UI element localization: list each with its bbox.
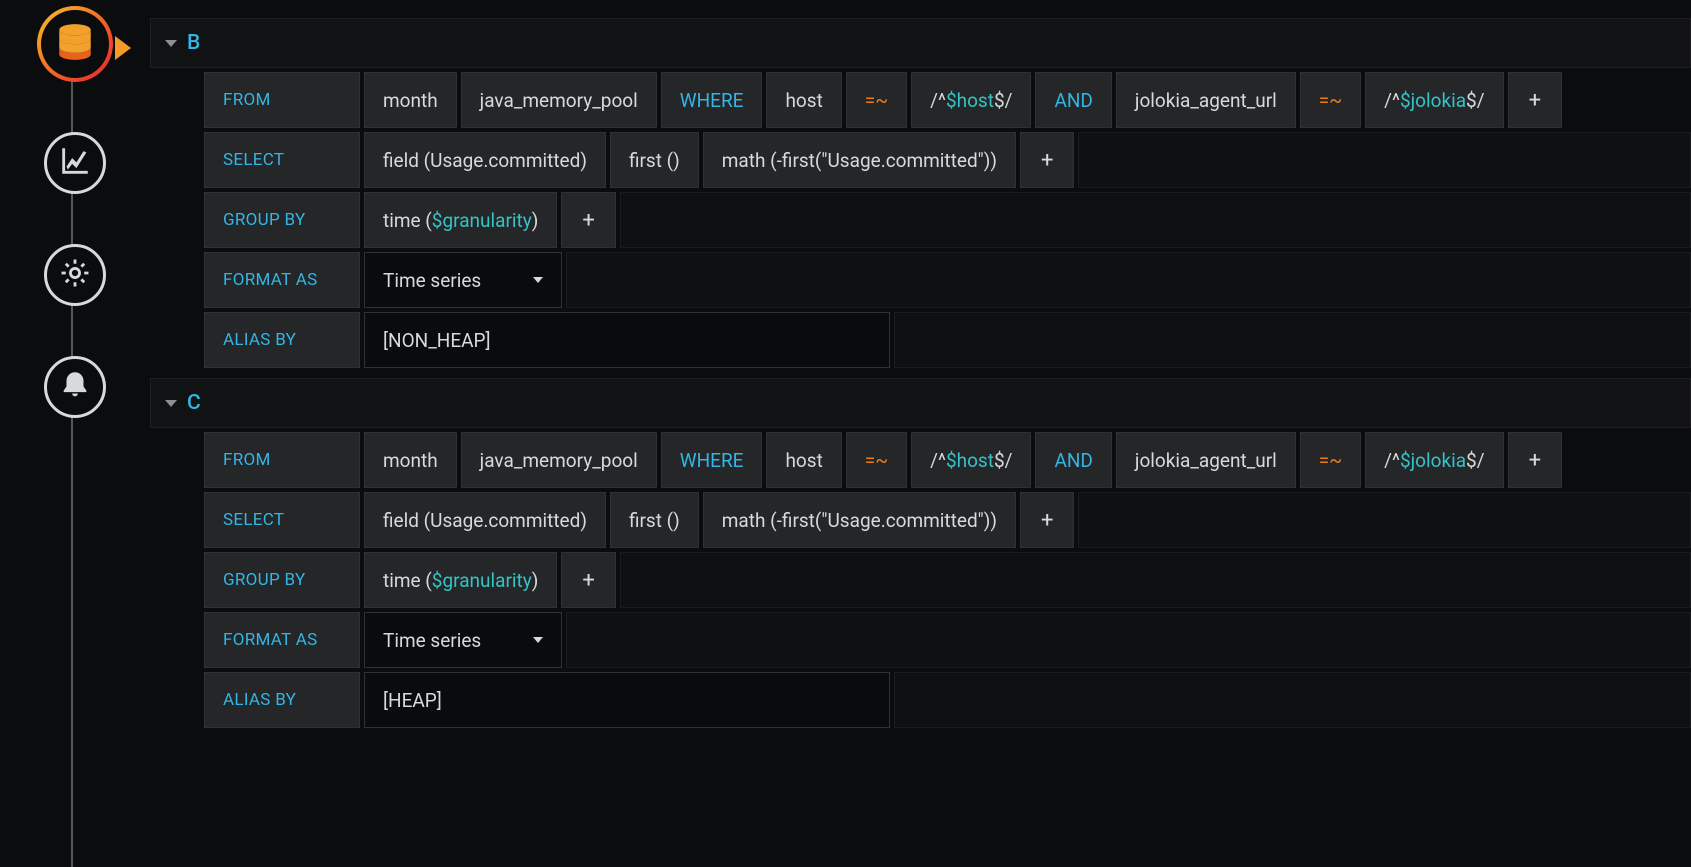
- where-join-1[interactable]: AND: [1035, 72, 1111, 128]
- where-keyword: WHERE: [661, 72, 763, 128]
- from-measurement[interactable]: java_memory_pool: [461, 72, 657, 128]
- chevron-down-icon: [165, 400, 177, 407]
- where-field-1[interactable]: jolokia_agent_url: [1116, 72, 1296, 128]
- editor-side-nav: [0, 0, 150, 867]
- row-filler: [1078, 492, 1691, 548]
- query-header-c[interactable]: C: [150, 378, 1691, 428]
- from-measurement[interactable]: java_memory_pool: [461, 432, 657, 488]
- alias-row: ALIAS BY [NON_HEAP]: [204, 312, 1691, 368]
- format-select[interactable]: Time series: [364, 612, 562, 668]
- from-policy[interactable]: month: [364, 72, 457, 128]
- where-field-0[interactable]: host: [766, 432, 841, 488]
- groupby-add-button[interactable]: +: [561, 192, 615, 248]
- query-header-b[interactable]: B: [150, 18, 1691, 68]
- row-filler: [894, 672, 1691, 728]
- groupby-add-button[interactable]: +: [561, 552, 615, 608]
- select-label: SELECT: [204, 492, 360, 548]
- select-part-2[interactable]: math (-first("Usage.committed")): [703, 132, 1016, 188]
- chevron-down-icon: [533, 637, 543, 643]
- query-letter: C: [187, 391, 201, 415]
- chevron-down-icon: [533, 277, 543, 283]
- where-keyword: WHERE: [661, 432, 763, 488]
- alias-input[interactable]: [NON_HEAP]: [364, 312, 890, 368]
- select-part-0[interactable]: field (Usage.committed): [364, 132, 606, 188]
- from-policy[interactable]: month: [364, 432, 457, 488]
- groupby-row: GROUP BY time ($granularity) +: [204, 192, 1691, 248]
- where-op-1[interactable]: =~: [1300, 72, 1361, 128]
- groupby-time[interactable]: time ($granularity): [364, 192, 557, 248]
- where-add-button[interactable]: +: [1508, 432, 1562, 488]
- format-value: Time series: [383, 629, 481, 652]
- where-op-0[interactable]: =~: [846, 432, 907, 488]
- row-filler: [566, 252, 1691, 308]
- select-row: SELECT field (Usage.committed) first () …: [204, 132, 1691, 188]
- format-label: FORMAT AS: [204, 612, 360, 668]
- row-filler: [1078, 132, 1691, 188]
- nav-alerts[interactable]: [44, 356, 106, 418]
- format-select[interactable]: Time series: [364, 252, 562, 308]
- alias-label: ALIAS BY: [204, 672, 360, 728]
- where-value-1[interactable]: /^$jolokia$/: [1365, 72, 1503, 128]
- database-icon: [54, 21, 96, 68]
- nav-datasource[interactable]: [37, 6, 113, 82]
- select-add-button[interactable]: +: [1020, 492, 1074, 548]
- format-row: FORMAT AS Time series: [204, 612, 1691, 668]
- query-block-b: B FROM month java_memory_pool WHERE host…: [150, 18, 1691, 368]
- query-editor: B FROM month java_memory_pool WHERE host…: [150, 0, 1691, 867]
- nav-settings[interactable]: [44, 244, 106, 306]
- graph-icon: [58, 144, 92, 183]
- alias-row: ALIAS BY [HEAP]: [204, 672, 1691, 728]
- from-label: FROM: [204, 432, 360, 488]
- row-filler: [620, 192, 1691, 248]
- from-row: FROM month java_memory_pool WHERE host =…: [204, 432, 1691, 488]
- select-part-0[interactable]: field (Usage.committed): [364, 492, 606, 548]
- select-part-1[interactable]: first (): [610, 492, 699, 548]
- groupby-label: GROUP BY: [204, 552, 360, 608]
- nav-visualization[interactable]: [44, 132, 106, 194]
- select-label: SELECT: [204, 132, 360, 188]
- query-letter: B: [187, 31, 200, 55]
- where-field-1[interactable]: jolokia_agent_url: [1116, 432, 1296, 488]
- row-filler: [566, 612, 1691, 668]
- from-row: FROM month java_memory_pool WHERE host =…: [204, 72, 1691, 128]
- select-add-button[interactable]: +: [1020, 132, 1074, 188]
- select-row: SELECT field (Usage.committed) first () …: [204, 492, 1691, 548]
- where-op-1[interactable]: =~: [1300, 432, 1361, 488]
- where-op-0[interactable]: =~: [846, 72, 907, 128]
- groupby-time[interactable]: time ($granularity): [364, 552, 557, 608]
- format-value: Time series: [383, 269, 481, 292]
- select-part-1[interactable]: first (): [610, 132, 699, 188]
- groupby-label: GROUP BY: [204, 192, 360, 248]
- format-row: FORMAT AS Time series: [204, 252, 1691, 308]
- select-part-2[interactable]: math (-first("Usage.committed")): [703, 492, 1016, 548]
- query-block-c: C FROM month java_memory_pool WHERE host…: [150, 378, 1691, 728]
- row-filler: [620, 552, 1691, 608]
- where-join-1[interactable]: AND: [1035, 432, 1111, 488]
- alias-label: ALIAS BY: [204, 312, 360, 368]
- where-field-0[interactable]: host: [766, 72, 841, 128]
- row-filler: [894, 312, 1691, 368]
- from-label: FROM: [204, 72, 360, 128]
- settings-icon: [58, 256, 92, 295]
- bell-icon: [58, 368, 92, 407]
- alias-input[interactable]: [HEAP]: [364, 672, 890, 728]
- where-add-button[interactable]: +: [1508, 72, 1562, 128]
- where-value-1[interactable]: /^$jolokia$/: [1365, 432, 1503, 488]
- format-label: FORMAT AS: [204, 252, 360, 308]
- groupby-row: GROUP BY time ($granularity) +: [204, 552, 1691, 608]
- chevron-down-icon: [165, 40, 177, 47]
- where-value-0[interactable]: /^$host$/: [911, 72, 1031, 128]
- where-value-0[interactable]: /^$host$/: [911, 432, 1031, 488]
